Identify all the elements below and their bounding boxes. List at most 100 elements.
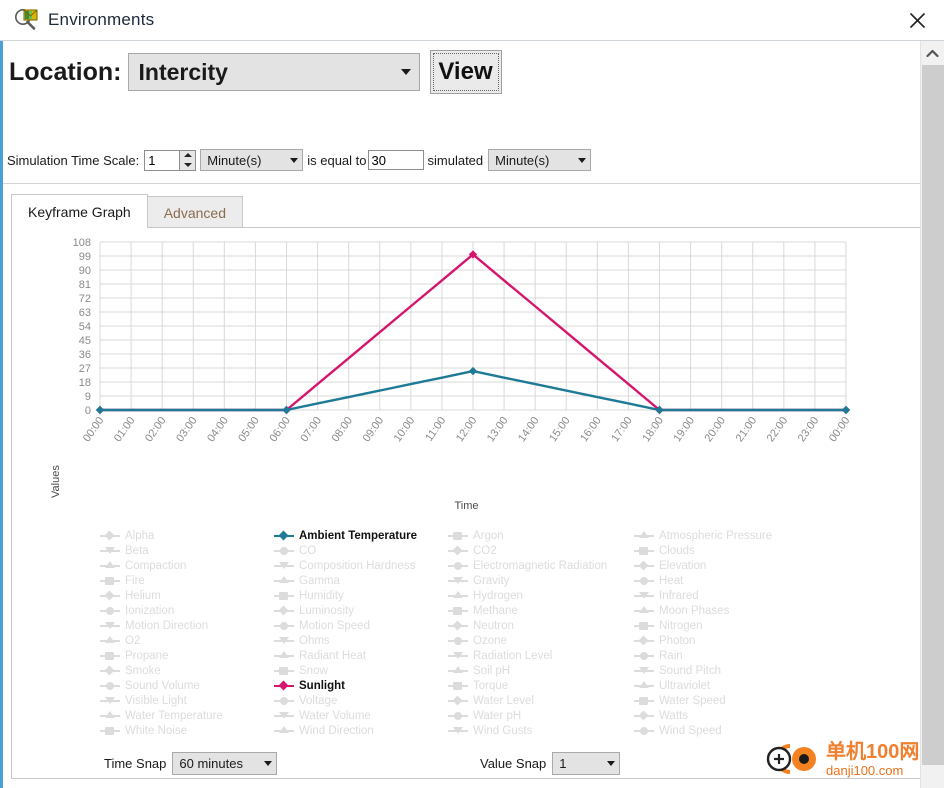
close-icon[interactable] [900, 4, 934, 36]
legend-item-hydrogen[interactable]: Hydrogen [448, 588, 634, 603]
svg-text:63: 63 [79, 307, 91, 319]
legend-item-water-temperature[interactable]: Water Temperature [100, 708, 274, 723]
legend-item-watts[interactable]: Watts [634, 708, 824, 723]
legend-item-beta[interactable]: Beta [100, 543, 274, 558]
legend-item-ozone[interactable]: Ozone [448, 633, 634, 648]
keyframe-chart[interactable]: 0 9 18 27 36 45 54 63 72 81 90 99 108 00:00 01:00 02:00… [12, 228, 920, 513]
chart-svg[interactable]: 091827364554637281909910800:00 01:00 02:00… [12, 228, 920, 498]
legend-column-2: Ambient Temperature CO Composition Hardnes… [274, 528, 448, 743]
legend-item-water-level[interactable]: Water Level [448, 693, 634, 708]
legend-item-nitrogen[interactable]: Nitrogen [634, 618, 824, 633]
view-button[interactable]: View [429, 50, 502, 94]
spin-up-icon[interactable] [180, 151, 195, 161]
legend-item-humidity[interactable]: Humidity [274, 588, 448, 603]
simulation-time-scale-row: Simulation Time Scale: 1 Minute(s) is eq… [7, 147, 912, 173]
legend-item-infrared[interactable]: Infrared [634, 588, 824, 603]
simulated-unit-select[interactable]: Minute(s) [488, 149, 592, 171]
legend-item-argon[interactable]: Argon [448, 528, 634, 543]
legend-item-label: Heat [659, 574, 684, 587]
legend-item-composition-hardness[interactable]: Composition Hardness [274, 558, 448, 573]
legend-item-methane[interactable]: Methane [448, 603, 634, 618]
series-legend[interactable]: Alpha Beta Compaction Fire Helium Ionization M… [12, 528, 920, 743]
legend-item-ohms[interactable]: Ohms [274, 633, 448, 648]
svg-text:01:00: 01:00 [112, 415, 138, 444]
scrollbar-thumb[interactable] [922, 65, 944, 765]
legend-item-helium[interactable]: Helium [100, 588, 274, 603]
legend-item-label: White Noise [125, 724, 187, 737]
legend-item-electromagnetic-radiation[interactable]: Electromagnetic Radiation [448, 558, 634, 573]
scroll-up-icon[interactable] [921, 41, 944, 65]
sim-scale-input[interactable]: 1 [145, 150, 180, 170]
legend-item-water-volume[interactable]: Water Volume [274, 708, 448, 723]
watermark: 单机100网 danji100.com [760, 736, 920, 782]
spin-down-icon[interactable] [180, 160, 195, 170]
legend-item-sunlight[interactable]: Sunlight [274, 678, 448, 693]
sim-scale-spin-buttons[interactable] [179, 150, 196, 170]
value-snap-select[interactable]: 1 [552, 752, 621, 775]
legend-item-torque[interactable]: Torque [448, 678, 634, 693]
legend-item-gamma[interactable]: Gamma [274, 573, 448, 588]
svg-text:12:00: 12:00 [454, 415, 480, 444]
legend-item-wind-direction[interactable]: Wind Direction [274, 723, 448, 738]
tab-advanced[interactable]: Advanced [146, 196, 243, 228]
svg-text:81: 81 [79, 279, 91, 291]
legend-item-label: Helium [125, 589, 161, 602]
legend-item-white-noise[interactable]: White Noise [100, 723, 274, 738]
legend-item-rain[interactable]: Rain [634, 648, 824, 663]
legend-item-visible-light[interactable]: Visible Light [100, 693, 274, 708]
legend-item-voltage[interactable]: Voltage [274, 693, 448, 708]
legend-item-motion-speed[interactable]: Motion Speed [274, 618, 448, 633]
header-divider [3, 183, 920, 184]
legend-item-motion-direction[interactable]: Motion Direction [100, 618, 274, 633]
legend-item-smoke[interactable]: Smoke [100, 663, 274, 678]
legend-item-radiant-heat[interactable]: Radiant Heat [274, 648, 448, 663]
time-snap-select[interactable]: 60 minutes [172, 752, 278, 775]
legend-item-atmospheric-pressure[interactable]: Atmospheric Pressure [634, 528, 824, 543]
legend-marker-tri-dn-icon [634, 665, 654, 676]
legend-item-wind-gusts[interactable]: Wind Gusts [448, 723, 634, 738]
legend-item-sound-pitch[interactable]: Sound Pitch [634, 663, 824, 678]
sim-middle-text: is equal to [307, 152, 367, 168]
legend-item-luminosity[interactable]: Luminosity [274, 603, 448, 618]
legend-item-alpha[interactable]: Alpha [100, 528, 274, 543]
svg-text:16:00: 16:00 [578, 415, 604, 444]
legend-item-o2[interactable]: O2 [100, 633, 274, 648]
legend-item-elevation[interactable]: Elevation [634, 558, 824, 573]
sim-scale-unit-select[interactable]: Minute(s) [200, 149, 304, 171]
legend-item-water-speed[interactable]: Water Speed [634, 693, 824, 708]
legend-item-water-ph[interactable]: Water pH [448, 708, 634, 723]
legend-item-photon[interactable]: Photon [634, 633, 824, 648]
legend-item-propane[interactable]: Propane [100, 648, 274, 663]
vertical-scrollbar[interactable] [920, 41, 944, 788]
legend-item-compaction[interactable]: Compaction [100, 558, 274, 573]
legend-item-neutron[interactable]: Neutron [448, 618, 634, 633]
legend-item-ambient-temperature[interactable]: Ambient Temperature [274, 528, 448, 543]
sim-scale-stepper[interactable]: 1 [144, 149, 197, 171]
legend-item-snow[interactable]: Snow [274, 663, 448, 678]
legend-item-soil-ph[interactable]: Soil pH [448, 663, 634, 678]
legend-item-fire[interactable]: Fire [100, 573, 274, 588]
legend-marker-circle-icon [448, 635, 468, 646]
legend-item-co[interactable]: CO [274, 543, 448, 558]
legend-item-gravity[interactable]: Gravity [448, 573, 634, 588]
svg-text:90: 90 [79, 265, 91, 277]
legend-item-clouds[interactable]: Clouds [634, 543, 824, 558]
svg-text:10:00: 10:00 [392, 415, 418, 444]
legend-marker-circle-icon [634, 650, 654, 661]
legend-item-moon-phases[interactable]: Moon Phases [634, 603, 824, 618]
legend-item-sound-volume[interactable]: Sound Volume [100, 678, 274, 693]
svg-text:19:00: 19:00 [671, 415, 697, 444]
legend-item-label: Gravity [473, 574, 510, 587]
legend-item-ultraviolet[interactable]: Ultraviolet [634, 678, 824, 693]
legend-item-ionization[interactable]: Ionization [100, 603, 274, 618]
legend-item-label: Luminosity [299, 604, 354, 617]
legend-marker-tri-up-icon [100, 710, 120, 721]
legend-item-radiation-level[interactable]: Radiation Level [448, 648, 634, 663]
simulated-value-input[interactable]: 30 [367, 150, 424, 170]
location-select[interactable]: Intercity [127, 53, 420, 91]
legend-item-heat[interactable]: Heat [634, 573, 824, 588]
legend-marker-diamond-icon [634, 710, 654, 721]
tab-keyframe-graph[interactable]: Keyframe Graph [11, 194, 148, 228]
legend-item-co2[interactable]: CO2 [448, 543, 634, 558]
legend-item-label: Propane [125, 649, 169, 662]
